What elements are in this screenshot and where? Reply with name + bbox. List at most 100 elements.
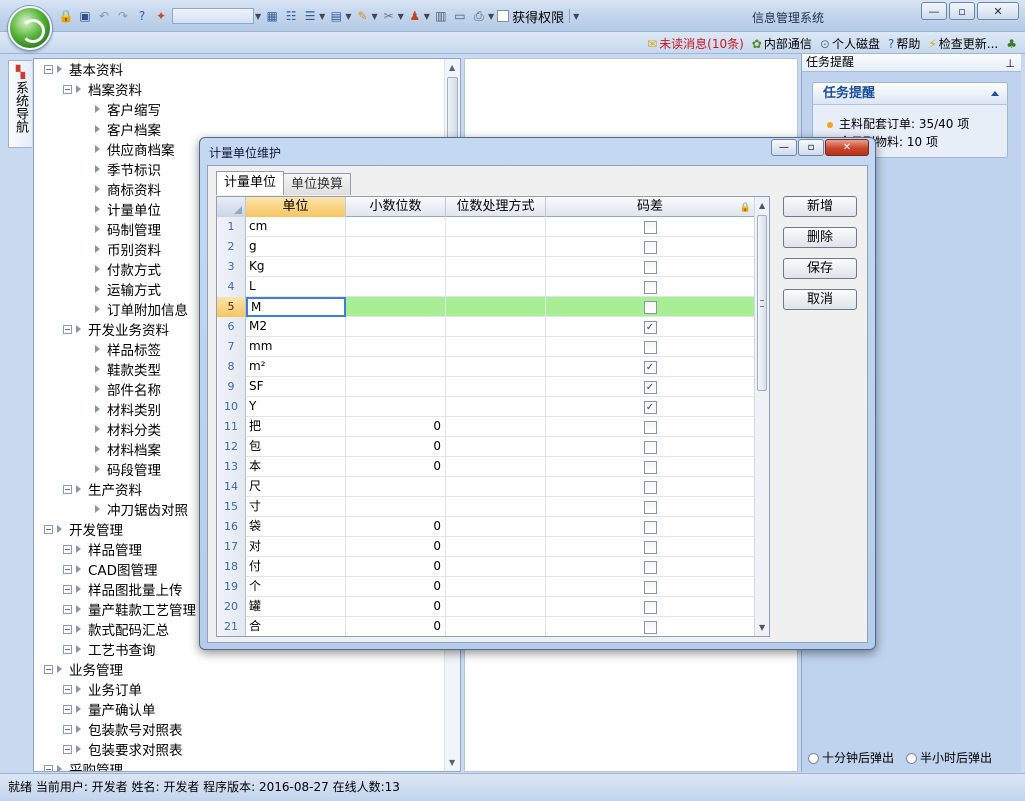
cell-rounding[interactable] (446, 597, 546, 617)
expand-collapse-icon[interactable]: − (63, 704, 72, 714)
task-line-orders[interactable]: 主料配套订单: 35/40 项 (827, 115, 969, 132)
tree-item[interactable]: 订单附加信息 (82, 299, 188, 319)
cell-unit[interactable]: 袋 (246, 517, 346, 537)
cell-unit[interactable]: 包 (246, 437, 346, 457)
size-diff-checkbox[interactable]: ✓ (643, 360, 657, 374)
grid-icon[interactable]: ▦ (264, 8, 280, 24)
row-number[interactable]: 1 (217, 217, 246, 237)
palette-icon[interactable]: ✦ (153, 8, 169, 24)
tree-item[interactable]: − 采购管理 (44, 759, 123, 771)
cell-decimals[interactable] (346, 357, 446, 377)
cell-unit[interactable]: 罐 (246, 597, 346, 617)
cell-rounding[interactable] (446, 277, 546, 297)
grid-scrollbar[interactable]: ▲ ▼ (754, 197, 769, 636)
cell-rounding[interactable] (446, 317, 546, 337)
system-nav-tab[interactable]: ▚ 系统导航 (8, 60, 32, 148)
tree-item[interactable]: 付款方式 (82, 259, 161, 279)
table-row[interactable]: 19 个 0 (217, 577, 755, 597)
cell-unit[interactable]: M (246, 297, 346, 317)
tree-item[interactable]: − 生产资料 (63, 479, 142, 499)
table-row[interactable]: 5M (217, 297, 755, 317)
size-diff-checkbox[interactable] (643, 300, 657, 314)
size-diff-checkbox[interactable] (643, 520, 657, 534)
cell-unit[interactable]: 寸 (246, 497, 346, 517)
row-number[interactable]: 16 (217, 517, 246, 537)
lock-icon[interactable]: 🔒 (58, 8, 74, 24)
cell-unit[interactable]: L (246, 277, 346, 297)
table-row[interactable]: 4L (217, 277, 755, 297)
table-row[interactable]: 15 寸 (217, 497, 755, 517)
tree-item[interactable]: − 开发业务资料 (63, 319, 169, 339)
cell-unit[interactable]: Y (246, 397, 346, 417)
tree-item[interactable]: − 工艺书查询 (63, 639, 156, 659)
cell-rounding[interactable] (446, 457, 546, 477)
table-row[interactable]: 12 包 0 (217, 437, 755, 457)
cell-unit[interactable]: SF (246, 377, 346, 397)
table-row[interactable]: 9 SF ✓ (217, 377, 755, 397)
save-button[interactable]: 保存 (783, 258, 857, 279)
tree-item[interactable]: 码段管理 (82, 459, 161, 479)
table-row[interactable]: 14 尺 (217, 477, 755, 497)
units-grid[interactable]: 单位 小数位数 位数处理方式 码差 🔒 1 cm 2 g 3 Kg 4 L 5 M 6 M2 ✓ 7 mm 8 m… (216, 196, 770, 637)
table-row[interactable]: 18 付 0 (217, 557, 755, 577)
cell-decimals[interactable]: 0 (346, 617, 446, 636)
table-row[interactable]: 2g (217, 237, 755, 257)
row-number[interactable]: 11 (217, 417, 246, 437)
row-number[interactable]: 20 (217, 597, 246, 617)
pencil-icon[interactable]: ✎ (354, 8, 370, 24)
delete-button[interactable]: 删除 (783, 227, 857, 248)
tree-item[interactable]: 鞋款类型 (82, 359, 161, 379)
size-diff-checkbox[interactable] (643, 240, 657, 254)
tree-item[interactable]: 运输方式 (82, 279, 161, 299)
redo-icon[interactable]: ↷ (115, 8, 131, 24)
row-number[interactable]: 19 (217, 577, 246, 597)
size-diff-checkbox[interactable] (643, 420, 657, 434)
tree-item[interactable]: − 样品管理 (63, 539, 142, 559)
minimize-button[interactable]: — (921, 2, 947, 20)
row-number[interactable]: 7 (217, 337, 246, 357)
cell-unit[interactable]: Kg (246, 257, 346, 277)
table-row[interactable]: 17 对 0 (217, 537, 755, 557)
pin-icon[interactable]: ⊥ (1005, 55, 1015, 72)
tree-item[interactable]: − 样品图批量上传 (63, 579, 183, 599)
help-link[interactable]: ? 帮助 (888, 35, 920, 52)
check-update-link[interactable]: ⚡ 检查更新... (928, 35, 998, 52)
size-diff-checkbox[interactable] (643, 480, 657, 494)
tree-item[interactable]: 计量单位 (82, 199, 161, 219)
table-row[interactable]: 10 Y ✓ (217, 397, 755, 417)
expand-collapse-icon[interactable]: − (44, 64, 53, 74)
tree-item[interactable]: 码制管理 (82, 219, 161, 239)
cell-unit[interactable]: g (246, 237, 346, 257)
cell-decimals[interactable] (346, 317, 446, 337)
row-number[interactable]: 13 (217, 457, 246, 477)
app-menu-button[interactable] (8, 6, 52, 50)
cell-decimals[interactable]: 0 (346, 457, 446, 477)
cell-unit[interactable]: m² (246, 357, 346, 377)
tools-icon[interactable]: ✂ (381, 8, 397, 24)
size-diff-checkbox[interactable] (643, 500, 657, 514)
row-number[interactable]: 4 (217, 277, 246, 297)
cell-rounding[interactable] (446, 437, 546, 457)
expand-collapse-icon[interactable]: − (63, 544, 72, 554)
tree-item[interactable]: 供应商档案 (82, 139, 175, 159)
cell-unit[interactable]: 把 (246, 417, 346, 437)
cell-decimals[interactable] (346, 257, 446, 277)
cell-rounding[interactable] (446, 377, 546, 397)
quick-combo[interactable] (172, 8, 254, 24)
cell-rounding[interactable] (446, 257, 546, 277)
table-row[interactable]: 11 把 0 (217, 417, 755, 437)
size-diff-checkbox[interactable] (643, 220, 657, 234)
expand-collapse-icon[interactable]: − (63, 744, 72, 754)
expand-collapse-icon[interactable]: − (63, 724, 72, 734)
tree-item[interactable]: 客户档案 (82, 119, 161, 139)
row-number[interactable]: 6 (217, 317, 246, 337)
cell-rounding[interactable] (446, 217, 546, 237)
cell-decimals[interactable] (346, 397, 446, 417)
cell-decimals[interactable]: 0 (346, 597, 446, 617)
cell-unit[interactable]: 本 (246, 457, 346, 477)
cell-unit[interactable]: 对 (246, 537, 346, 557)
row-number[interactable]: 2 (217, 237, 246, 257)
column-decimals[interactable]: 小数位数 (346, 197, 446, 217)
tree-item[interactable]: − 业务管理 (44, 659, 123, 679)
users-icon[interactable]: ♣ (1006, 35, 1017, 52)
